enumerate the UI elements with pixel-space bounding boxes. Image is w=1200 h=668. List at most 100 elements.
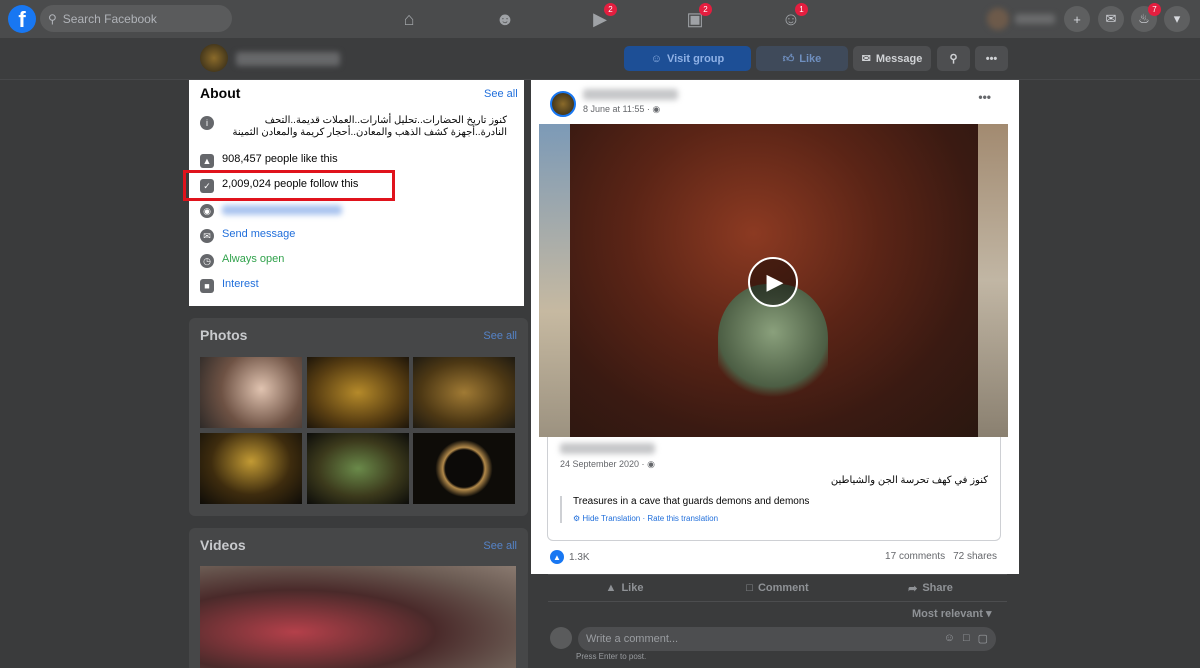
comment-hint: Press Enter to post. [576,652,647,661]
share-action-button[interactable]: ➦ Share [854,575,1007,601]
shared-post-text: كنوز في كهف تحرسة الجن والشياطين [830,475,988,486]
about-website-row: ◉ [200,203,518,218]
emoji-icon[interactable]: ☺ [944,632,955,645]
more-icon: ••• [985,52,998,65]
about-see-all-link[interactable]: See all [484,88,518,100]
reaction-summary[interactable]: ▲ 1.3K [550,550,590,564]
about-message-row: ✉ Send message [200,228,518,243]
create-icon[interactable]: + [1064,6,1090,32]
photo-thumbnail[interactable] [307,433,409,504]
thumbs-up-icon: ▲ [200,154,214,168]
notifications-badge: 7 [1148,3,1161,16]
photo-thumbnail[interactable] [307,357,409,428]
post-video[interactable]: ▶ [539,124,1008,437]
hide-translation-link[interactable]: Hide Translation [582,514,640,523]
groups-badge: 1 [795,3,808,16]
messenger-icon[interactable]: ✉ [1098,6,1124,32]
videos-title: Videos [200,537,246,553]
message-button[interactable]: ✉ Message [853,46,931,71]
message-label: Message [875,52,923,65]
page-avatar[interactable] [200,44,228,72]
photos-card: Photos See all [189,318,528,516]
gear-icon: ⚙ [573,514,581,523]
thumbs-up-icon: ▲ [605,582,617,594]
thumbs-up-icon: 👍︎ [782,53,795,65]
home-icon[interactable]: ⌂ [396,6,422,32]
visit-group-label: Visit group [666,52,725,65]
about-category-row: ■ Interest [200,278,518,293]
search-input[interactable] [62,11,213,26]
search-icon: ⚲ [949,53,958,65]
commenter-avatar [550,627,572,649]
comment-input[interactable] [586,633,916,645]
marketplace-icon[interactable]: ▣ 2 [682,3,712,32]
post-timestamp[interactable]: 8 June at 11:55 · ◉ [583,104,660,115]
page-header: ☺ Visit group 👍︎ Like ✉ Message ⚲ ••• [0,38,1200,80]
photo-thumbnail[interactable] [200,357,302,428]
about-description-row: i كنوز تاريخ الحضارات..تحليل أشارات..الع… [200,115,518,139]
post-more-options[interactable]: ••• [978,90,991,104]
top-navigation-bar: f ⚲ ⌂ ☻ ▶ 2 ▣ 2 ☺ 1 + ✉ ♨ 7 ▾ [0,0,1200,38]
page-search-button[interactable]: ⚲ [937,46,970,71]
play-icon[interactable]: ▶ [748,257,798,307]
globe-icon: ◉ [652,104,661,114]
shared-author-name-redacted[interactable] [560,443,655,454]
search-icon: ⚲ [48,11,57,26]
like-page-button[interactable]: 👍︎ Like [756,46,848,71]
category-link[interactable]: Interest [222,278,259,290]
watch-icon[interactable]: ▶ 2 [587,3,617,32]
avatar [987,8,1009,30]
category-tag-icon: ■ [200,279,214,293]
shares-count[interactable]: 72 shares [953,551,997,562]
groups-icon[interactable]: ☺ 1 [778,3,808,32]
gif-icon[interactable]: □ [963,632,970,645]
post-card: 8 June at 11:55 · ◉ ••• ▶ 24 September 2… [531,80,1019,574]
translation-links: ⚙ Hide Translation · Rate this translati… [573,514,719,523]
hours-status: Always open [222,253,285,265]
videos-see-all-link[interactable]: See all [483,540,517,552]
photos-see-all-link[interactable]: See all [483,330,517,342]
friends-icon[interactable]: ☻ [492,6,518,32]
facebook-logo-icon[interactable]: f [8,5,36,33]
photo-thumbnail[interactable] [413,357,515,428]
rate-translation-link[interactable]: Rate this translation [647,514,718,523]
comment-box[interactable]: ☺ □ ▢ [578,627,996,651]
marketplace-badge: 2 [699,3,712,16]
like-action-button[interactable]: ▲ Like [548,575,701,601]
search-box[interactable]: ⚲ [40,5,232,32]
comment-icon: □ [746,582,753,594]
globe-icon: ◉ [647,459,655,469]
photo-thumbnail[interactable] [200,433,302,504]
translation-block: Treasures in a cave that guards demons a… [560,496,968,523]
shared-post: 24 September 2020 · ◉ كنوز في كهف تحرسة … [547,437,1001,541]
post-author-avatar[interactable] [550,91,576,117]
comments-count[interactable]: 17 comments [885,551,945,562]
profile-name-redacted [1015,14,1055,24]
about-title: About [200,85,241,101]
like-label: Like [799,52,822,65]
sticker-icon[interactable]: ▢ [978,632,988,645]
notifications-icon[interactable]: ♨ 7 [1131,3,1161,32]
post-author-name-redacted[interactable] [583,89,678,100]
website-link-redacted[interactable] [222,205,342,215]
watch-badge: 2 [604,3,617,16]
photos-title: Photos [200,327,248,343]
about-likes-row: ▲ 908,457 people like this [200,153,518,168]
comment-sort-dropdown[interactable]: Most relevant ▾ [912,607,992,620]
info-icon: i [200,116,214,130]
engagement-counts: 17 comments 72 shares [885,551,997,562]
more-options-button[interactable]: ••• [975,46,1008,71]
shared-post-date: 24 September 2020 · ◉ [560,459,655,469]
visit-group-button[interactable]: ☺ Visit group [624,46,751,71]
translation-text: Treasures in a cave that guards demons a… [573,496,810,507]
about-description: كنوز تاريخ الحضارات..تحليل أشارات..العمل… [232,115,507,138]
profile-chip[interactable] [985,6,1061,32]
photo-thumbnail[interactable] [413,433,515,504]
messenger-icon: ✉ [200,229,214,243]
post-action-bar: ▲ Like □ Comment ➦ Share [548,574,1007,602]
messenger-icon: ✉ [861,53,871,65]
video-thumbnail[interactable] [200,566,516,668]
account-menu-icon[interactable]: ▾ [1164,6,1190,32]
send-message-link[interactable]: Send message [222,228,295,240]
comment-action-button[interactable]: □ Comment [701,575,854,601]
